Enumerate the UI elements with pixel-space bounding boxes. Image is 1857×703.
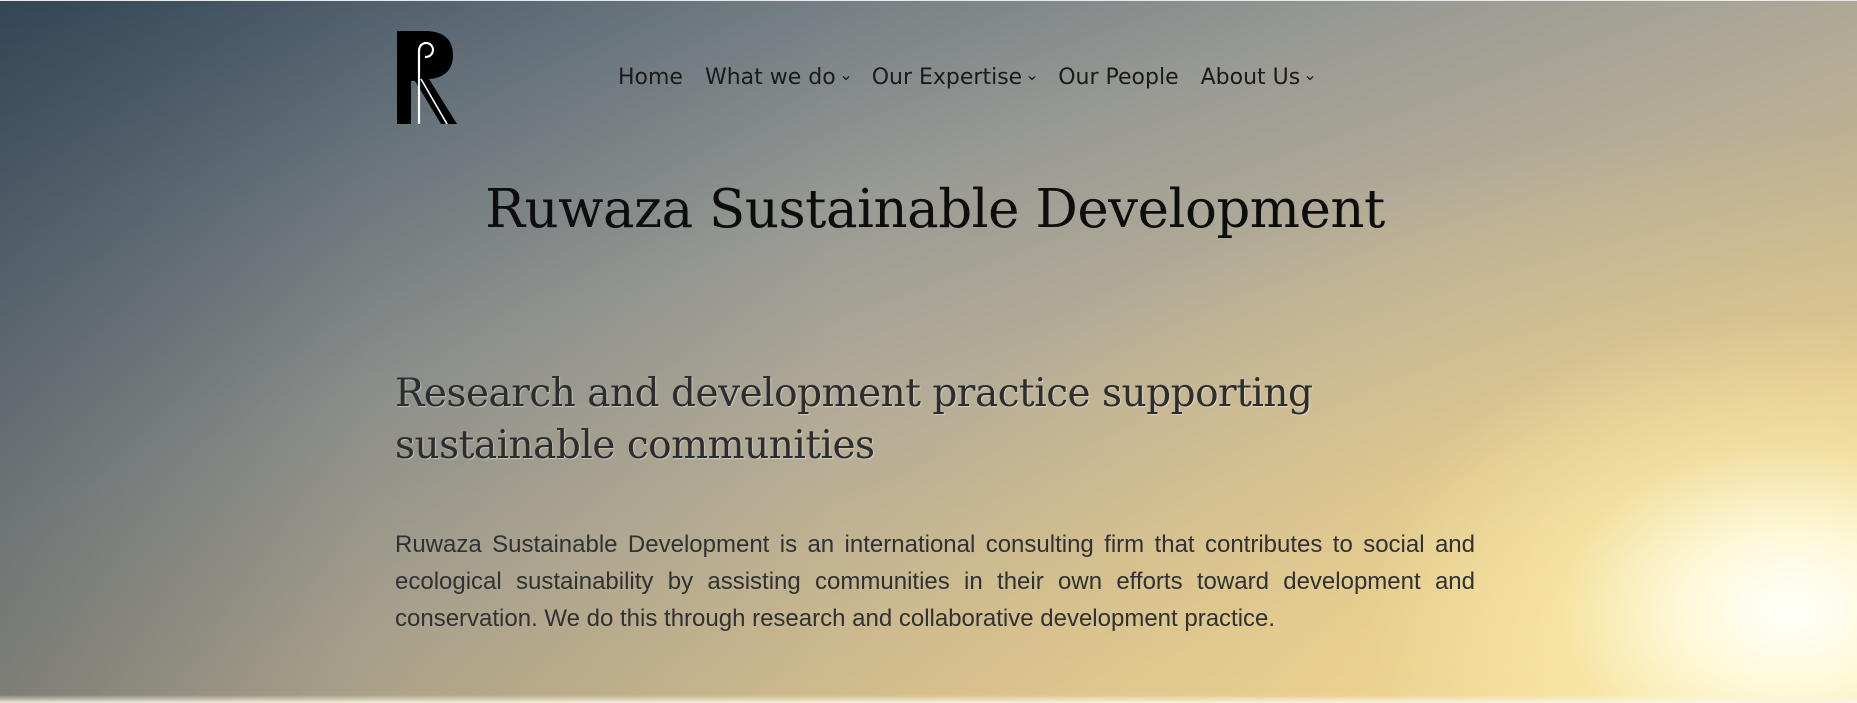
chevron-down-icon — [1028, 76, 1036, 81]
page-headline: Research and development practice suppor… — [395, 371, 1313, 468]
chevron-down-icon — [1306, 76, 1314, 81]
nav-item-label: Our Expertise — [871, 64, 1023, 90]
chevron-down-icon — [842, 76, 850, 81]
top-border — [0, 0, 1857, 1]
nav-item-label: What we do — [704, 64, 836, 90]
logo-r-icon — [397, 31, 457, 125]
nav-item-home[interactable]: Home — [618, 65, 683, 90]
nav-item-our-people[interactable]: Our People — [1058, 65, 1178, 90]
main-nav: Home What we do Our Expertise Our People… — [618, 60, 1314, 94]
site-title: Ruwaza Sustainable Development — [485, 179, 1385, 240]
intro-paragraph: Ruwaza Sustainable Development is an int… — [395, 531, 1475, 632]
nav-item-label: Our People — [1058, 64, 1179, 90]
site-logo[interactable] — [397, 31, 459, 126]
nav-item-label: About Us — [1200, 64, 1301, 90]
nav-item-label: Home — [618, 64, 683, 90]
nav-item-our-expertise[interactable]: Our Expertise — [872, 65, 1037, 90]
nav-item-about-us[interactable]: About Us — [1201, 65, 1315, 90]
nav-item-what-we-do[interactable]: What we do — [705, 65, 850, 90]
